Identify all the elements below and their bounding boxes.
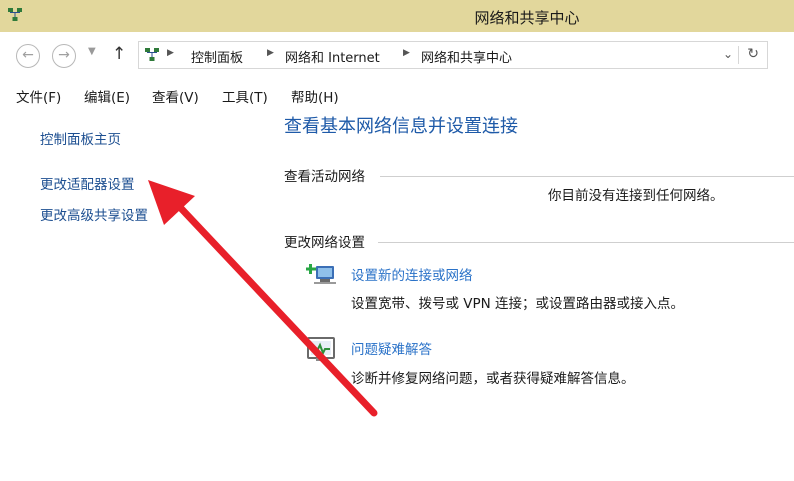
sidebar-link-advanced-sharing[interactable]: 更改高级共享设置 <box>40 204 148 224</box>
troubleshoot-problems-link[interactable]: 问题疑难解答 <box>351 338 432 358</box>
up-button[interactable]: ↑ <box>112 44 126 64</box>
menu-view[interactable]: 查看(V) <box>152 86 199 106</box>
arrow-left-icon: ← <box>22 47 34 63</box>
breadcrumb-separator-icon[interactable]: ▶ <box>167 48 174 58</box>
section-divider <box>378 242 794 243</box>
recent-locations-dropdown[interactable]: ▼ <box>88 46 96 57</box>
no-network-text: 你目前没有连接到任何网络。 <box>548 188 724 204</box>
breadcrumb-network-sharing-center[interactable]: 网络和共享中心 <box>421 47 512 66</box>
breadcrumb-control-panel[interactable]: 控制面板 <box>191 47 243 66</box>
address-field[interactable]: ▶ 控制面板 ▶ 网络和 Internet ▶ 网络和共享中心 ⌄ ↻ <box>138 41 768 69</box>
sidebar-link-control-panel-home[interactable]: 控制面板主页 <box>40 128 121 148</box>
refresh-icon[interactable]: ↻ <box>747 46 759 62</box>
title-bar: 网络和共享中心 <box>0 0 794 32</box>
navigation-bar: ← → ▼ ↑ ▶ 控制面板 ▶ 网络和 Internet ▶ 网络和共享中心 … <box>0 32 794 80</box>
section-divider <box>380 176 794 177</box>
chevron-down-icon: ▼ <box>88 46 96 57</box>
back-button[interactable]: ← <box>16 44 40 68</box>
network-setup-icon <box>306 264 336 284</box>
annotation-arrow-head <box>148 180 195 225</box>
setup-new-connection-desc: 设置宽带、拨号或 VPN 连接；或设置路由器或接入点。 <box>351 296 685 312</box>
breadcrumb-separator-icon[interactable]: ▶ <box>267 48 274 58</box>
troubleshoot-icon <box>307 337 335 361</box>
network-location-icon <box>145 48 159 61</box>
active-networks-label: 查看活动网络 <box>284 169 365 185</box>
arrow-right-icon: → <box>58 47 70 63</box>
setup-new-connection-link[interactable]: 设置新的连接或网络 <box>351 264 473 284</box>
window-title: 网络和共享中心 <box>474 9 580 27</box>
forward-button[interactable]: → <box>52 44 76 68</box>
address-divider <box>738 46 739 64</box>
sidebar-link-change-adapter-settings[interactable]: 更改适配器设置 <box>40 173 135 193</box>
breadcrumb-network-internet[interactable]: 网络和 Internet <box>285 47 380 66</box>
change-settings-label: 更改网络设置 <box>284 235 365 251</box>
page-title: 查看基本网络信息并设置连接 <box>284 116 518 137</box>
menu-bar: 文件(F) 编辑(E) 查看(V) 工具(T) 帮助(H) <box>0 80 794 108</box>
arrow-up-icon: ↑ <box>112 44 127 64</box>
troubleshoot-problems-desc: 诊断并修复网络问题，或者获得疑难解答信息。 <box>351 371 635 387</box>
menu-edit[interactable]: 编辑(E) <box>84 86 130 106</box>
menu-help[interactable]: 帮助(H) <box>291 86 339 106</box>
menu-file[interactable]: 文件(F) <box>16 86 61 106</box>
menu-tools[interactable]: 工具(T) <box>222 86 268 106</box>
breadcrumb-separator-icon[interactable]: ▶ <box>403 48 410 58</box>
address-dropdown-icon[interactable]: ⌄ <box>723 47 733 61</box>
